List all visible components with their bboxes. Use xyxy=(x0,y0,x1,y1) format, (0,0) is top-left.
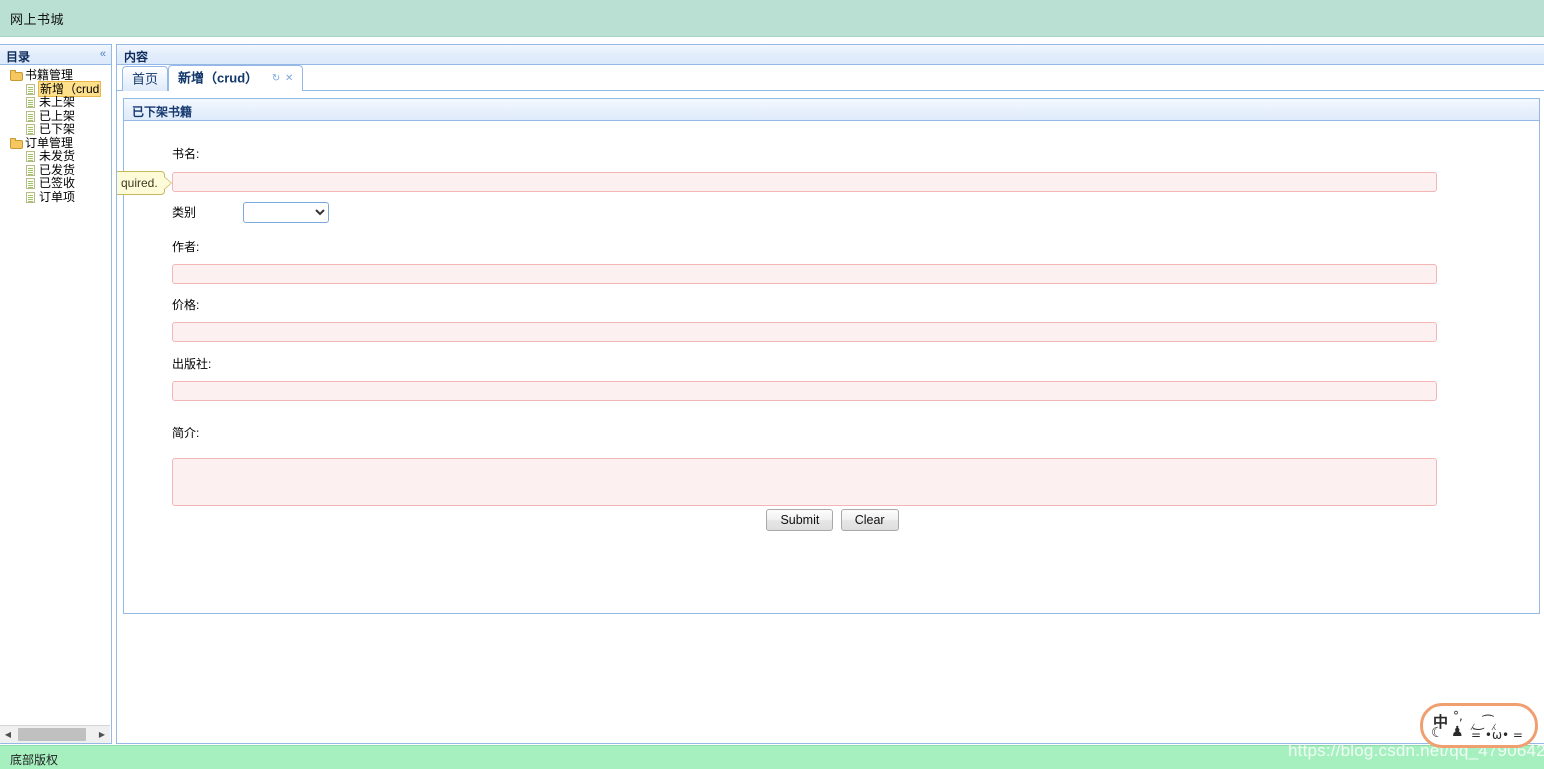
input-author[interactable] xyxy=(172,264,1437,284)
tab-tools: ↻ ✕ xyxy=(270,67,294,91)
app-footer: 底部版权 xyxy=(0,745,1544,769)
sidebar-title: 目录 xyxy=(6,50,31,64)
clear-button[interactable]: Clear xyxy=(840,509,899,531)
label-bookname: 书名: xyxy=(172,147,200,161)
tree-node[interactable]: 已上架 xyxy=(0,108,110,124)
tree-node-label: 已上架 xyxy=(39,108,76,123)
close-icon[interactable]: ✕ xyxy=(285,73,293,84)
tree-node[interactable]: 新增（crud xyxy=(0,80,110,97)
content-header: 内容 xyxy=(117,45,1544,65)
file-icon xyxy=(26,97,35,108)
app-header: 网上书城 xyxy=(0,0,1544,37)
label-author: 作者: xyxy=(172,240,200,254)
tree-node-label: 订单管理 xyxy=(25,135,74,150)
tree-node[interactable]: 已发货 xyxy=(0,162,110,178)
panel-body: 书名: quired. 类别 作者: 价格: 出版社: 简介: Submit C… xyxy=(117,121,1541,613)
file-icon xyxy=(26,164,35,176)
file-icon xyxy=(26,151,35,162)
file-icon xyxy=(26,178,35,189)
tree-node-label: 未上架 xyxy=(39,95,76,109)
scroll-left-arrow-icon[interactable]: ◀ xyxy=(0,726,16,743)
tree-node-label: 订单项 xyxy=(39,189,76,204)
field-row-category: 类别 xyxy=(172,202,330,223)
panel-header: 已下架书籍 xyxy=(124,99,1539,121)
footer-copyright-text: 底部版权 xyxy=(10,753,59,767)
input-price[interactable] xyxy=(172,322,1437,342)
validation-tooltip-text: quired. xyxy=(121,176,158,190)
scroll-right-arrow-icon[interactable]: ▶ xyxy=(94,726,110,743)
tab-bar: 首页 新增（crud） ↻ ✕ xyxy=(117,65,1544,91)
textarea-description[interactable] xyxy=(172,458,1437,506)
layout-region: 目录 « 书籍管理 新增（crud 未上架 已上架 已下架 订单管理 未发货 已发货 已签收 订单… xyxy=(0,37,1544,745)
field-row-author: 作者: xyxy=(172,238,1437,284)
sidebar-panel: 目录 « 书籍管理 新增（crud 未上架 已上架 已下架 订单管理 未发货 已发货 已签收 订单… xyxy=(0,44,112,744)
app-title: 网上书城 xyxy=(10,12,65,27)
tree-node[interactable]: 未上架 xyxy=(0,95,110,110)
tree-node[interactable]: 订单管理 xyxy=(0,135,110,151)
collapse-left-icon[interactable]: « xyxy=(100,48,106,60)
sidebar-header: 目录 « xyxy=(0,45,111,65)
label-price: 价格: xyxy=(172,298,200,312)
tab-home-label: 首页 xyxy=(132,71,159,87)
ime-shirt-icon: ♟ xyxy=(1451,724,1464,740)
tree-node-label: 已签收 xyxy=(39,176,76,190)
file-icon xyxy=(26,124,35,135)
tree-node-label: 未发货 xyxy=(39,149,76,163)
tooltip-arrow-icon xyxy=(163,177,171,189)
field-row-price: 价格: xyxy=(172,296,1437,342)
content-panel: 内容 首页 新增（crud） ↻ ✕ 已下架书籍 书名: quired. 类别 … xyxy=(116,44,1544,744)
field-row-description: 简介: xyxy=(172,424,1437,509)
tree-node[interactable]: 未发货 xyxy=(0,149,110,164)
field-row-bookname: 书名: quired. xyxy=(117,145,1437,195)
validation-tooltip: quired. xyxy=(117,171,172,195)
folder-icon xyxy=(10,70,23,81)
tree-node[interactable]: 已下架 xyxy=(0,122,110,137)
panel-title: 已下架书籍 xyxy=(132,105,193,119)
folder-icon xyxy=(10,137,23,149)
label-publisher: 出版社: xyxy=(172,357,212,371)
scrollbar-thumb[interactable] xyxy=(18,728,86,741)
label-category: 类别 xyxy=(172,205,197,220)
tree-node-label: 已发货 xyxy=(39,162,76,177)
navigation-tree: 书籍管理 新增（crud 未上架 已上架 已下架 订单管理 未发货 已发货 已签收 订单项 xyxy=(0,66,110,724)
input-publisher[interactable] xyxy=(172,381,1437,401)
tree-node-label: 书籍管理 xyxy=(25,68,74,82)
ime-badge: 中 °, ☾ ♟ ⁁‿⁀⁁ = •ω• = xyxy=(1420,703,1538,748)
form-actions: Submit Clear xyxy=(124,509,1541,531)
file-icon xyxy=(26,191,35,203)
file-icon xyxy=(26,110,35,122)
select-category[interactable] xyxy=(243,202,330,223)
ime-degree-glyph: °, xyxy=(1453,709,1463,723)
tab-crud-new-label: 新增（crud） xyxy=(178,70,259,86)
field-row-publisher: 出版社: xyxy=(172,355,1437,401)
tree-node-label: 已下架 xyxy=(39,122,76,136)
input-bookname[interactable] xyxy=(172,172,1437,192)
ime-moon-icon: ☾ xyxy=(1431,725,1444,741)
form-panel: 已下架书籍 书名: quired. 类别 作者: 价格: 出版社: 简介: Su… xyxy=(117,98,1541,614)
ime-cat-mouth-icon: = •ω• = xyxy=(1471,728,1523,742)
submit-button[interactable]: Submit xyxy=(766,509,834,531)
tab-home[interactable]: 首页 xyxy=(122,66,169,91)
sidebar-horizontal-scrollbar[interactable]: ◀ ▶ xyxy=(0,725,110,743)
content-title: 内容 xyxy=(124,50,149,64)
tree-node[interactable]: 已签收 xyxy=(0,176,110,191)
tab-crud-new[interactable]: 新增（crud） ↻ ✕ xyxy=(168,65,304,91)
refresh-icon[interactable]: ↻ xyxy=(272,73,280,84)
label-description: 简介: xyxy=(172,426,200,440)
tree-node[interactable]: 订单项 xyxy=(0,189,110,205)
file-icon xyxy=(26,83,35,95)
